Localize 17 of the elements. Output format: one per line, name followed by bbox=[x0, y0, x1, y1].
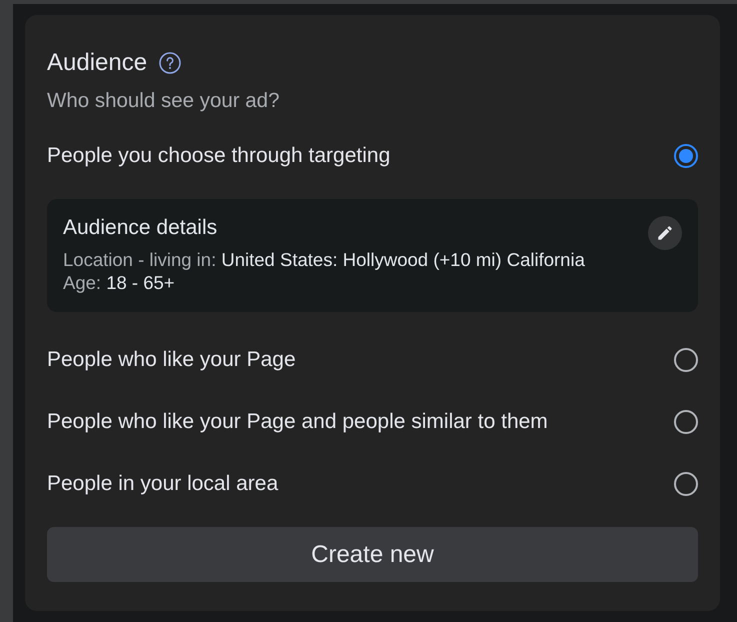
details-title: Audience details bbox=[63, 216, 218, 240]
radio-button[interactable] bbox=[674, 144, 698, 168]
radio-button[interactable] bbox=[674, 472, 698, 496]
option-label: People you choose through targeting bbox=[47, 144, 390, 168]
radio-button[interactable] bbox=[674, 348, 698, 372]
help-icon[interactable] bbox=[159, 52, 182, 74]
radio-button[interactable] bbox=[674, 410, 698, 434]
pencil-icon bbox=[656, 224, 674, 242]
details-line: Age: 18 - 65+ bbox=[63, 271, 176, 294]
section-title: Audience bbox=[47, 49, 148, 77]
edit-button[interactable] bbox=[648, 216, 682, 250]
option-label: People who like your Page and people similar to them bbox=[47, 410, 548, 434]
section-subtitle: Who should see your ad? bbox=[47, 89, 280, 113]
option-label: People who like your Page bbox=[47, 348, 296, 372]
create-new-button[interactable]: Create new bbox=[47, 527, 698, 582]
details-line: Location - living in: United States: Hollywood (+10 mi) California bbox=[63, 248, 585, 271]
option-label: People in your local area bbox=[47, 472, 278, 496]
